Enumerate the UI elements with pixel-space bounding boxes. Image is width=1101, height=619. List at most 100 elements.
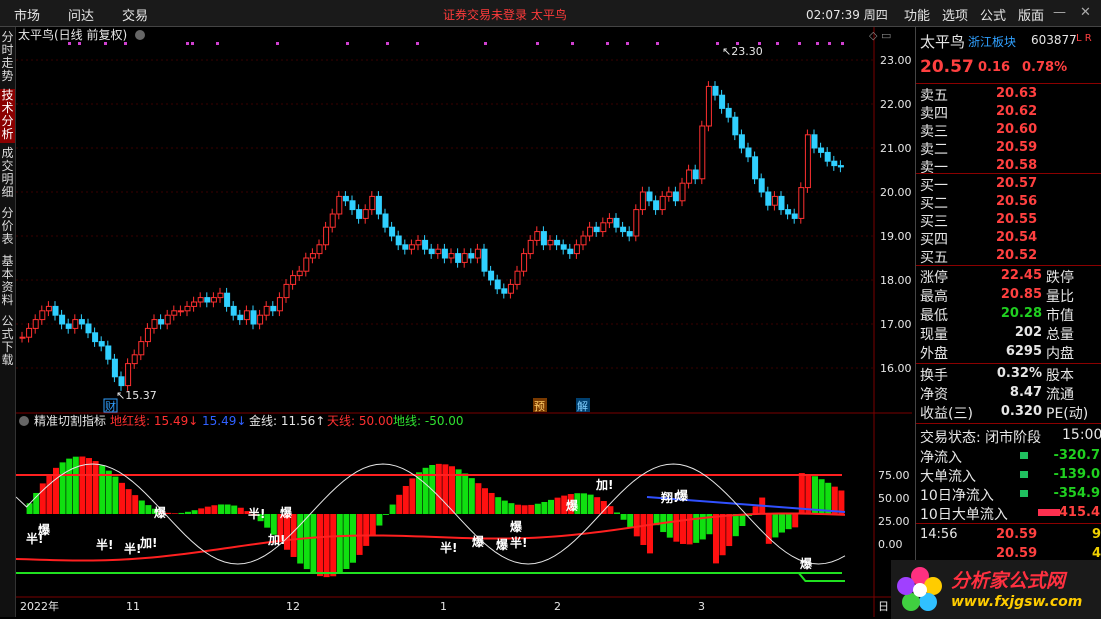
indicator-bar: [369, 514, 376, 536]
signal-dot: [484, 42, 487, 45]
candle-body: [250, 310, 257, 325]
candle-body: [527, 239, 534, 255]
signal-dot: [536, 42, 539, 45]
chart-area[interactable]: 太平鸟(日线 前复权) ◇ ▭ 23.00 22.00 21.00 20.00 …: [16, 27, 912, 617]
indicator-bar: [528, 504, 535, 514]
candle-body: [164, 314, 171, 325]
candle-body: [39, 310, 46, 321]
signal-dot: [571, 42, 574, 45]
indicator-options-icon[interactable]: [19, 416, 29, 426]
candle-body: [639, 191, 646, 211]
tab-chengjiao[interactable]: 成交明细: [0, 147, 15, 201]
chart-expand-icon[interactable]: ◇ ▭: [869, 29, 891, 42]
signal-dot: [68, 42, 71, 45]
candle-body: [580, 235, 587, 246]
flower-logo-icon: [897, 567, 942, 611]
indicator-bar: [330, 514, 337, 577]
minimize-icon[interactable]: —: [1053, 5, 1066, 20]
menu-gongneng[interactable]: 功能: [904, 5, 930, 24]
candle-body: [105, 345, 112, 360]
candle-body: [151, 319, 158, 329]
menu-wenda[interactable]: 问达: [68, 5, 94, 24]
candle-body: [646, 191, 653, 202]
indicator-bar: [191, 510, 198, 514]
candle-body: [573, 244, 580, 255]
indicator-bar: [290, 514, 297, 557]
tab-jishu[interactable]: 技术分析: [0, 89, 15, 143]
indicator-bar: [614, 512, 620, 514]
candle-body: [606, 217, 613, 224]
indicator-bar: [779, 514, 785, 533]
candle-body: [633, 209, 640, 237]
stat2-label-right: 股本: [1046, 368, 1074, 384]
tab-fenshi[interactable]: 分时走势: [0, 31, 15, 85]
signal-dot: [841, 42, 844, 45]
candle-body: [626, 231, 633, 237]
indicator-bar: [310, 514, 317, 574]
menu-xuanxiang[interactable]: 选项: [942, 5, 968, 24]
tab-gongshi[interactable]: 公式下载: [0, 315, 15, 369]
indicator-bar: [112, 476, 119, 514]
indicator-bar: [752, 506, 759, 514]
menu-market[interactable]: 市场: [14, 5, 40, 24]
menu-gongshi[interactable]: 公式: [980, 5, 1006, 24]
candle-body: [191, 301, 198, 307]
indicator-tag: 加!: [267, 532, 285, 547]
indicator-tag: 半!: [510, 535, 527, 550]
indicator-tag: 半!: [124, 541, 141, 556]
candle-body: [237, 314, 244, 321]
candle-body: [243, 310, 250, 321]
indicator-bar: [515, 504, 521, 514]
candle-body: [494, 279, 501, 290]
xtick: 2: [554, 600, 561, 613]
indicator-bar: [482, 488, 488, 514]
candle-body: [719, 94, 726, 109]
candle-body: [144, 327, 151, 343]
candle-body: [666, 191, 673, 197]
ytick: 16.00: [880, 362, 912, 375]
candle-body: [441, 248, 448, 259]
indicator-bar: [66, 458, 73, 514]
indicator-bar: [138, 500, 145, 514]
menu-banmian[interactable]: 版面: [1018, 5, 1044, 24]
indicator-bar: [455, 469, 462, 514]
chart-svg[interactable]: 太平鸟(日线 前复权) ◇ ▭ 23.00 22.00 21.00 20.00 …: [16, 27, 912, 617]
indicator-bar: [620, 514, 627, 520]
xtick: 3: [698, 600, 705, 613]
candle-body: [131, 354, 138, 365]
indicator-bar: [607, 506, 614, 514]
indicator-bar: [772, 514, 779, 538]
stat2-label: 净资: [920, 387, 948, 403]
sector-link[interactable]: 浙江板块: [968, 33, 1016, 50]
indicator-name: 精准切割指标: [34, 413, 106, 428]
close-icon[interactable]: ✕: [1080, 5, 1091, 20]
candle-body: [745, 147, 752, 158]
candle-body: [217, 292, 224, 299]
indicator-bar: [726, 514, 733, 547]
candle-body: [125, 363, 132, 387]
xtick: 2022年: [20, 599, 59, 613]
flow-value: -354.9: [1053, 486, 1100, 501]
candle-body: [448, 253, 455, 259]
chart-options-icon[interactable]: [135, 30, 145, 40]
candle-body: [765, 191, 772, 206]
stat-value: 6295: [1005, 344, 1042, 359]
candle-body: [111, 358, 118, 378]
indicator-bar: [218, 504, 224, 514]
candle-body: [356, 209, 363, 219]
stat-label: 最低: [920, 308, 948, 324]
tab-fenjia[interactable]: 分价表: [0, 207, 15, 249]
tab-jiben[interactable]: 基本资料: [0, 255, 15, 309]
candle-body: [382, 213, 389, 228]
candle-body: [85, 323, 92, 334]
tick-price: 20.59: [996, 546, 1038, 561]
signal-dot: [716, 42, 719, 45]
candle-body: [468, 253, 475, 259]
indicator-bar: [376, 514, 383, 526]
candle-body: [811, 134, 818, 149]
indicator-bar: [640, 514, 647, 545]
candle-body: [72, 319, 79, 329]
indicator-bar: [508, 503, 515, 514]
indicator-bar: [818, 479, 825, 514]
menu-trade[interactable]: 交易: [122, 5, 148, 24]
